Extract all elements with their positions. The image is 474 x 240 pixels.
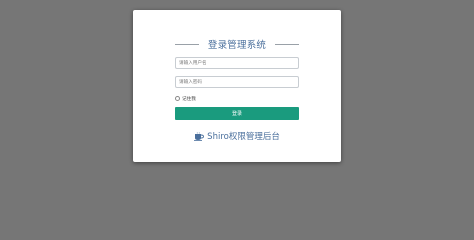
login-button[interactable]: 登录 — [175, 107, 299, 120]
divider-left — [175, 43, 199, 45]
divider-right — [274, 43, 299, 45]
login-card: 登录管理系统 记住我 登录 Shiro权限管理后台 — [133, 10, 341, 162]
remember-me[interactable]: 记住我 — [175, 95, 196, 102]
password-input[interactable] — [175, 76, 299, 88]
remember-me-checkbox[interactable] — [175, 96, 180, 101]
brand-footer: Shiro权限管理后台 — [133, 130, 341, 142]
login-header: 登录管理系统 — [175, 37, 299, 51]
coffee-cup-icon — [194, 131, 205, 141]
login-title: 登录管理系统 — [207, 40, 267, 51]
username-input[interactable] — [175, 57, 299, 69]
remember-me-label: 记住我 — [182, 96, 196, 102]
brand-text: Shiro权限管理后台 — [207, 132, 280, 142]
